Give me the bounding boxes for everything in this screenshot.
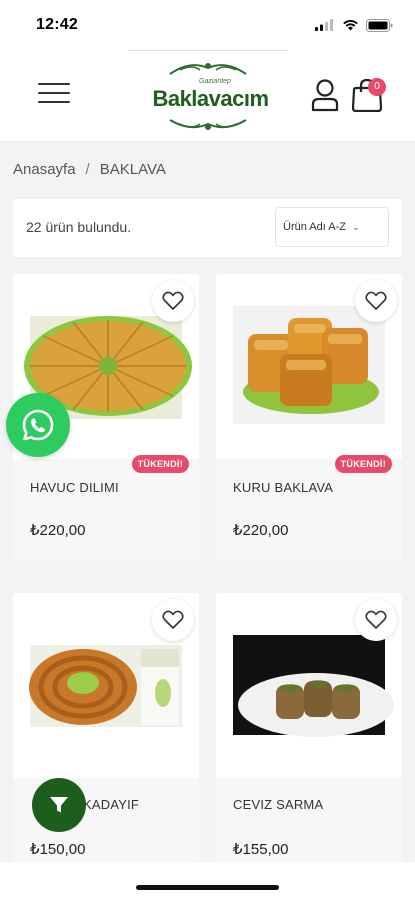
filter-button[interactable]	[32, 778, 86, 832]
product-price: ₺150,00	[30, 841, 86, 858]
breadcrumb-separator: /	[85, 161, 90, 178]
product-name[interactable]: KURU BAKLAVA	[233, 480, 333, 495]
heart-icon	[162, 610, 184, 629]
result-count: 22 ürün bulundu.	[26, 219, 132, 235]
bottom-safe-area	[0, 862, 415, 900]
product-name[interactable]: HAVUC DILIMI	[30, 480, 119, 495]
menu-button[interactable]	[38, 83, 70, 107]
chevron-down-icon: ⌄	[351, 221, 360, 232]
breadcrumb-home[interactable]: Anasayfa	[13, 161, 76, 178]
wifi-icon	[343, 20, 358, 31]
sort-dropdown[interactable]: Ürün Adı A-Z ⌄	[275, 207, 389, 247]
product-info	[13, 459, 199, 559]
brand-logo[interactable]: Gaziantep Baklavacım	[140, 56, 276, 136]
heart-icon	[365, 610, 387, 629]
product-price: ₺220,00	[30, 522, 86, 539]
cart-count-badge: 0	[368, 78, 386, 96]
filter-icon	[50, 797, 68, 813]
product-name[interactable]: KADAYIF	[83, 797, 139, 812]
home-indicator[interactable]	[136, 885, 279, 890]
product-info	[216, 459, 402, 559]
battery-icon	[366, 18, 393, 32]
app-header: Gaziantep Baklavacım 0	[0, 50, 415, 142]
out-of-stock-badge: TÜKENDİ!	[334, 455, 392, 473]
logo-subtitle: Gaziantep	[199, 78, 231, 85]
product-card[interactable]: TÜKENDİ! KURU BAKLAVA ₺220,00	[216, 274, 402, 559]
status-icons	[315, 18, 393, 32]
product-name[interactable]: CEVIZ SARMA	[233, 797, 323, 812]
status-bar: 12:42	[0, 0, 415, 50]
favorite-button[interactable]	[355, 280, 397, 322]
signal-icon	[315, 19, 333, 31]
heart-icon	[162, 291, 184, 310]
heart-icon	[365, 291, 387, 310]
result-bar: 22 ürün bulundu. Ürün Adı A-Z ⌄	[13, 199, 402, 257]
hamburger-icon	[38, 83, 70, 85]
breadcrumb-current: BAKLAVA	[99, 161, 166, 178]
product-price: ₺220,00	[233, 522, 289, 539]
whatsapp-button[interactable]	[6, 393, 70, 457]
whatsapp-icon	[22, 409, 54, 441]
favorite-button[interactable]	[152, 599, 194, 641]
user-icon	[311, 79, 339, 112]
product-card[interactable]: CEVIZ SARMA ₺155,00	[216, 593, 402, 862]
sort-selected-value: Ürün Adı A-Z	[283, 221, 346, 233]
header-divider	[128, 50, 288, 51]
cart-button[interactable]: 0	[351, 78, 387, 113]
favorite-button[interactable]	[355, 599, 397, 641]
account-button[interactable]	[310, 78, 340, 112]
breadcrumb: Anasayfa / BAKLAVA	[13, 161, 166, 178]
out-of-stock-badge: TÜKENDİ!	[131, 455, 189, 473]
logo-title: Baklavacım	[152, 86, 269, 111]
product-price: ₺155,00	[233, 841, 289, 858]
favorite-button[interactable]	[152, 280, 194, 322]
status-time: 12:42	[36, 16, 78, 33]
